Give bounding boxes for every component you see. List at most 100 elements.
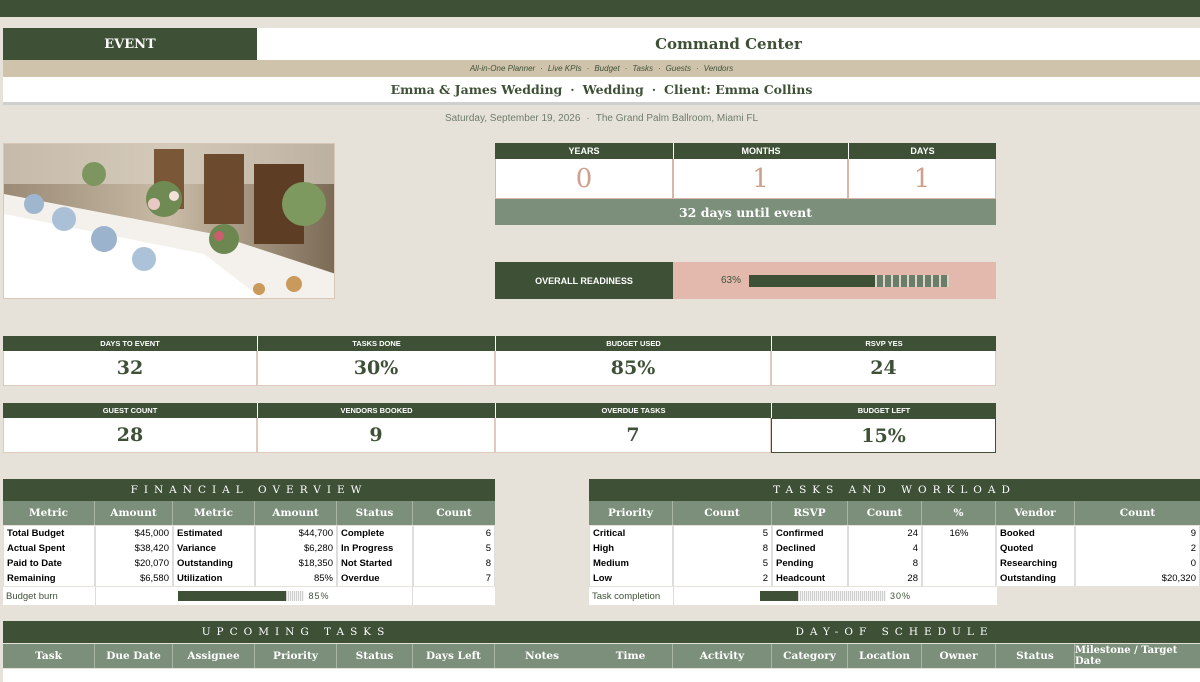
financial-row: Remaining $6,580 Utilization 85% Overdue 7 bbox=[3, 571, 495, 586]
readiness-percent: 63% bbox=[721, 275, 742, 286]
tasks-cell: Medium bbox=[589, 556, 673, 571]
kpi-value-rsvp-yes: 24 bbox=[771, 351, 996, 386]
task-completion-fill bbox=[759, 591, 798, 601]
upcoming-header-row: Task Due Date Assignee Priority Status D… bbox=[3, 644, 589, 668]
schedule-col-header: Category bbox=[772, 644, 848, 668]
tasks-row: Low 2 Headcount 28 Outstanding $20,320 bbox=[589, 571, 1200, 586]
tasks-row: Critical 5 Confirmed 24 16% Booked 9 bbox=[589, 526, 1200, 541]
countdown-days-header: DAYS bbox=[848, 143, 996, 159]
tasks-col-header: % bbox=[922, 501, 996, 525]
task-completion-percent: 30% bbox=[889, 591, 911, 601]
countdown-months-value: 1 bbox=[673, 159, 848, 199]
tasks-cell bbox=[922, 541, 996, 556]
budget-burn-cell: 85% bbox=[95, 587, 413, 605]
financial-row: Actual Spent $38,420 Variance $6,280 In Prog… bbox=[3, 541, 495, 556]
tagline-item: Budget bbox=[594, 64, 620, 73]
upcoming-col-header: Days Left bbox=[413, 644, 495, 668]
budget-burn-label: Budget burn bbox=[6, 590, 58, 602]
financial-cell: Not Started bbox=[337, 556, 413, 571]
upcoming-col-header: Priority bbox=[255, 644, 337, 668]
financial-cell: Paid to Date bbox=[3, 556, 95, 571]
countdown-years-value: 0 bbox=[495, 159, 673, 199]
event-summary: Emma & James Wedding · Wedding · Client: E… bbox=[3, 77, 1200, 105]
event-date: Saturday, September 19, 2026 bbox=[444, 112, 581, 124]
kpi-label-rsvp-yes: RSVP YES bbox=[771, 336, 996, 351]
financial-cell: Variance bbox=[173, 541, 255, 556]
task-completion-row: Task completion 30% bbox=[589, 587, 997, 605]
countdown-days-value: 1 bbox=[848, 159, 996, 199]
tasks-cell: Outstanding bbox=[996, 571, 1075, 586]
financial-cell: $44,700 bbox=[255, 526, 337, 541]
event-type: Wedding bbox=[582, 82, 644, 97]
financial-cell: 6 bbox=[413, 526, 495, 541]
financial-cell: $38,420 bbox=[95, 541, 173, 556]
tasks-cell: $20,320 bbox=[1075, 571, 1200, 586]
kpi-value-budget-left[interactable]: 15% bbox=[771, 418, 996, 453]
financial-header-row: Metric Amount Metric Amount Status Count bbox=[3, 501, 495, 525]
financial-cell: $18,350 bbox=[255, 556, 337, 571]
financial-cell: 8 bbox=[413, 556, 495, 571]
tasks-cell: 8 bbox=[848, 556, 922, 571]
kpi-value-vendors-booked: 9 bbox=[257, 418, 495, 453]
countdown-note: 32 days until event bbox=[495, 199, 996, 225]
countdown-years-header: YEARS bbox=[495, 143, 673, 159]
tasks-cell: Quoted bbox=[996, 541, 1075, 556]
tasks-header-row: Priority Count RSVP Count % Vendor Count bbox=[589, 501, 1200, 525]
schedule-col-header: Time bbox=[589, 644, 673, 668]
tasks-cell bbox=[922, 556, 996, 571]
schedule-col-header: Owner bbox=[922, 644, 996, 668]
budget-burn-fill bbox=[178, 591, 286, 601]
tasks-cell: Low bbox=[589, 571, 673, 586]
tasks-cell: Critical bbox=[589, 526, 673, 541]
schedule-title: DAY-OF SCHEDULE bbox=[589, 621, 1200, 643]
financial-cell: Remaining bbox=[3, 571, 95, 586]
financial-col-header: Count bbox=[436, 507, 472, 519]
task-completion-bar bbox=[759, 591, 886, 601]
schedule-col-header: Milestone / Target Date bbox=[1075, 645, 1178, 667]
venue-photo-image bbox=[4, 144, 334, 298]
tasks-cell: Declined bbox=[772, 541, 848, 556]
task-completion-label: Task completion bbox=[592, 590, 661, 602]
tasks-cell: 8 bbox=[673, 541, 772, 556]
kpi-label-overdue-tasks: OVERDUE TASKS bbox=[495, 403, 771, 418]
page-title: Command Center bbox=[257, 28, 1200, 60]
tasks-cell bbox=[922, 571, 996, 586]
kpi-label-days-to-event: DAYS TO EVENT bbox=[3, 336, 257, 351]
kpi-value-days-to-event: 32 bbox=[3, 351, 257, 386]
readiness-value: 63% bbox=[673, 262, 996, 299]
financial-cell: $20,070 bbox=[95, 556, 173, 571]
tasks-col-header: Vendor bbox=[996, 501, 1075, 525]
tasks-cell: Headcount bbox=[772, 571, 848, 586]
tasks-row: Medium 5 Pending 8 Researching 0 bbox=[589, 556, 1200, 571]
financial-col-header: Amount bbox=[95, 501, 173, 525]
tasks-cell: 24 bbox=[848, 526, 922, 541]
schedule-col-header: Activity bbox=[673, 644, 772, 668]
kpi-label-budget-left: BUDGET LEFT bbox=[771, 403, 996, 418]
financial-row: Paid to Date $20,070 Outstanding $18,350 Not… bbox=[3, 556, 495, 571]
kpi-label-budget-used: BUDGET USED bbox=[495, 336, 771, 351]
readiness-progress-bar bbox=[749, 274, 950, 287]
tasks-col-header: RSVP bbox=[772, 501, 848, 525]
tasks-cell: 4 bbox=[848, 541, 922, 556]
tasks-cell: Pending bbox=[772, 556, 848, 571]
financial-cell: Complete bbox=[337, 526, 413, 541]
financial-col-header: Amount bbox=[255, 501, 337, 525]
tagline-item: Live KPIs bbox=[547, 64, 582, 73]
upcoming-table-body bbox=[3, 669, 589, 682]
budget-burn-row: Budget burn 85% bbox=[3, 587, 495, 605]
upcoming-col-header: Status bbox=[337, 644, 413, 668]
financial-col-header: Metric bbox=[3, 501, 95, 525]
tasks-cell: 5 bbox=[673, 556, 772, 571]
kpi-value-overdue-tasks: 7 bbox=[495, 418, 771, 453]
upcoming-tasks-title: UPCOMING TASKS bbox=[3, 621, 589, 643]
financial-overview-title: FINANCIAL OVERVIEW bbox=[3, 479, 495, 501]
tasks-cell: High bbox=[589, 541, 673, 556]
financial-cell: In Progress bbox=[337, 541, 413, 556]
event-label: EVENT bbox=[3, 28, 257, 60]
tasks-col-header: Count bbox=[848, 501, 922, 525]
schedule-header-row: Time Activity Category Location Owner St… bbox=[589, 644, 1200, 668]
tasks-cell: Researching bbox=[996, 556, 1075, 571]
financial-cell: Total Budget bbox=[3, 526, 95, 541]
tasks-table-body: Critical 5 Confirmed 24 16% Booked 9 High 8 Decli… bbox=[589, 526, 1200, 586]
top-bar bbox=[0, 0, 1200, 17]
